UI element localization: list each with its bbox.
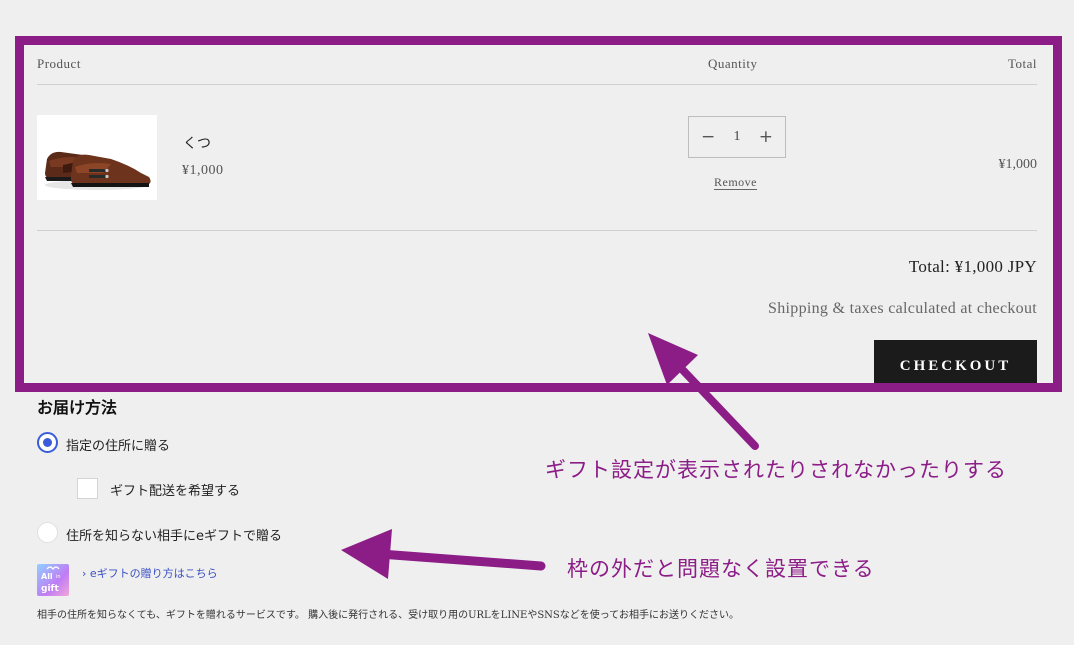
total-column-header: Total — [1007, 56, 1037, 71]
gift-delivery-checkbox[interactable] — [77, 478, 98, 499]
shipping-note: Shipping & taxes calculated at checkout — [768, 300, 1037, 317]
e-gift-howto-link-label[interactable]: eギフトの贈り方はこちら — [90, 567, 218, 580]
product-price: ¥1,000 — [182, 163, 224, 178]
e-gift-howto-link[interactable]: › eギフトの贈り方はこちら — [82, 565, 218, 581]
annotation-note-2: 枠の外だと問題なく設置できる — [567, 557, 875, 581]
arrow-icon-1 — [648, 333, 759, 450]
svg-text:gift: gift — [41, 584, 59, 594]
quantity-value[interactable]: 1 — [734, 129, 741, 145]
svg-text:All: All — [41, 572, 53, 581]
arrow-icon-2 — [341, 529, 546, 579]
checkout-button[interactable]: CHECKOUT — [874, 340, 1037, 384]
remove-link[interactable]: Remove — [714, 175, 757, 190]
line-total: ¥1,000 — [998, 157, 1038, 172]
minus-icon[interactable]: − — [701, 128, 715, 146]
quantity-stepper: − 1 + — [688, 116, 786, 158]
ship-to-address-label[interactable]: 指定の住所に贈る — [66, 435, 170, 454]
quantity-column-header: Quantity — [708, 56, 758, 71]
cart-total: Total: ¥1,000 JPY — [908, 257, 1037, 276]
gift-delivery-checkbox-label[interactable]: ギフト配送を希望する — [110, 480, 240, 499]
delivery-method-title: お届け方法 — [37, 398, 118, 417]
annotation-note-1: ギフト設定が表示されたりされなかったりする — [545, 458, 1007, 482]
e-gift-description: 相手の住所を知らなくても、ギフトを贈れるサービスです。 購入後に発行される、受け… — [37, 610, 739, 621]
product-name[interactable]: くつ — [183, 133, 211, 153]
e-gift-label[interactable]: 住所を知らない相手にeギフトで贈る — [66, 525, 282, 544]
product-column-header: Product — [37, 56, 81, 71]
product-image[interactable] — [37, 115, 157, 200]
e-gift-radio[interactable] — [37, 522, 58, 543]
plus-icon[interactable]: + — [759, 128, 773, 146]
cart-header: Product Quantity Total — [37, 45, 1037, 85]
ship-to-address-radio[interactable] — [37, 432, 58, 453]
cart-item-row: くつ ¥1,000 − 1 + Remove ¥1,000 — [37, 85, 1037, 231]
svg-text:in: in — [56, 574, 61, 580]
all-in-gift-logo: All in gift — [37, 564, 69, 596]
